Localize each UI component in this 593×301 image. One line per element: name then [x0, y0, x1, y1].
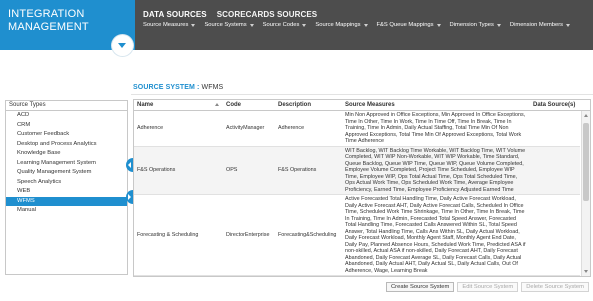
col-header-source-measures[interactable]: Source Measures [342, 100, 530, 110]
scroll-up-icon[interactable] [584, 114, 588, 117]
col-header-name[interactable]: Name [134, 100, 223, 110]
table-row[interactable]: F&S Operations OPS F&S Operations WIT Ba… [134, 146, 580, 195]
tab-data-sources[interactable]: DATA SOURCES [143, 10, 207, 19]
cell-name: Adherence [137, 125, 164, 131]
source-type-item[interactable]: Manual [6, 206, 127, 216]
divider [131, 94, 593, 95]
collapse-left-arrow-icon[interactable] [126, 158, 133, 172]
cell-code: OPS [226, 167, 238, 173]
caret-down-icon [302, 23, 307, 27]
scroll-thumb[interactable] [583, 123, 589, 201]
cell-description: Adherence [278, 125, 305, 131]
caret-down-icon [191, 23, 196, 27]
source-type-item-selected[interactable]: WFMS [6, 196, 127, 206]
cell-source-measures: WIT Backlog, WIT Backlog Time Workable, … [345, 147, 526, 193]
cell-name: Forecasting & Scheduling [137, 231, 199, 238]
sub-nav: Source Measures Source Systems Source Co… [143, 22, 579, 28]
cell-description: Forecasting&Scheduling [278, 231, 337, 238]
sort-ascending-icon[interactable] [215, 103, 219, 106]
chevron-down-icon [118, 43, 126, 48]
col-header-label: Name [137, 102, 154, 108]
caret-down-icon [363, 23, 368, 27]
brand-line-1: INTEGRATION [8, 8, 85, 20]
cell-data-sources [530, 234, 580, 236]
table-row[interactable]: Adherence ActivityManager Adherence Min … [134, 111, 580, 147]
caret-down-icon [566, 23, 571, 27]
subnav-fs-queue-mappings[interactable]: F&S Queue Mappings [377, 22, 450, 28]
source-systems-table: Name Code Description Source Measures Da… [133, 99, 591, 277]
delete-source-system-button[interactable]: Delete Source System [521, 282, 589, 292]
create-source-system-button[interactable]: Create Source System [386, 282, 455, 292]
edit-source-system-button[interactable]: Edit Source System [457, 282, 519, 292]
menu-toggle-button[interactable] [112, 35, 133, 56]
col-header-description[interactable]: Description [275, 100, 342, 110]
subnav-source-codes[interactable]: Source Codes [263, 22, 316, 28]
subnav-label: Dimension Members [509, 22, 564, 28]
caret-down-icon [436, 23, 441, 27]
action-buttons: Create Source System Edit Source System … [386, 282, 589, 292]
source-type-item[interactable]: WEB [6, 187, 127, 197]
top-tabs: DATA SOURCES SCORECARDS SOURCES [143, 10, 317, 19]
subnav-source-systems[interactable]: Source Systems [204, 22, 262, 28]
subnav-label: Source Codes [262, 22, 300, 28]
top-nav-bar: DATA SOURCES SCORECARDS SOURCES Source M… [135, 0, 593, 50]
page-title: SOURCE SYSTEM : WFMS [133, 84, 223, 91]
source-type-item[interactable]: Desktop and Process Analytics [6, 140, 127, 150]
subnav-source-mappings[interactable]: Source Mappings [315, 22, 376, 28]
cell-source-measures: Active Forecasted Total Handling Time, D… [345, 196, 526, 274]
cell-source-measures: Min Non Approved in Office Exceptions, M… [345, 112, 526, 144]
source-type-item[interactable]: Customer Feedback [6, 130, 127, 140]
source-type-item[interactable]: Learning Management System [6, 159, 127, 169]
source-type-item[interactable]: Knowledge Base [6, 149, 127, 159]
page-title-value: WFMS [201, 84, 224, 91]
col-header-code[interactable]: Code [223, 100, 275, 110]
source-type-item[interactable]: Speech Analytics [6, 178, 127, 188]
cell-data-sources [530, 127, 580, 129]
table-header: Name Code Description Source Measures Da… [134, 100, 590, 111]
table-body: Adherence ActivityManager Adherence Min … [134, 111, 580, 276]
subnav-source-measures[interactable]: Source Measures [143, 22, 204, 28]
source-types-header: Source Types [6, 101, 127, 111]
expand-right-arrow-icon[interactable] [126, 190, 133, 204]
subnav-label: Source Systems [204, 22, 247, 28]
source-types-panel: Source Types ACD CRM Customer Feedback D… [5, 100, 128, 275]
cell-code: DirectorEnterprise [226, 231, 270, 238]
source-type-item[interactable]: Quality Management System [6, 168, 127, 178]
cell-name: F&S Operations [137, 167, 176, 173]
subnav-label: Source Measures [143, 22, 189, 28]
subnav-label: F&S Queue Mappings [376, 22, 434, 28]
scroll-down-icon[interactable] [584, 270, 588, 273]
subnav-label: Source Mappings [315, 22, 361, 28]
col-header-data-sources[interactable]: Data Source(s) [530, 100, 580, 110]
subnav-dimension-types[interactable]: Dimension Types [450, 22, 510, 28]
cell-description: F&S Operations [278, 167, 317, 173]
caret-down-icon [249, 23, 254, 27]
subnav-label: Dimension Types [449, 22, 494, 28]
subnav-dimension-members[interactable]: Dimension Members [510, 22, 579, 28]
table-row[interactable]: Forecasting & Scheduling DirectorEnterpr… [134, 195, 580, 276]
cell-code: ActivityManager [226, 125, 265, 131]
source-type-item[interactable]: ACD [6, 111, 127, 121]
source-type-item[interactable]: CRM [6, 121, 127, 131]
vertical-scrollbar[interactable] [581, 111, 590, 276]
caret-down-icon [496, 23, 501, 27]
source-types-list: ACD CRM Customer Feedback Desktop and Pr… [6, 111, 127, 216]
cell-data-sources [530, 169, 580, 171]
brand-line-2: MANAGEMENT [8, 21, 89, 33]
tab-scorecards-sources[interactable]: SCORECARDS SOURCES [217, 10, 317, 19]
page-title-label: SOURCE SYSTEM : [133, 84, 202, 91]
